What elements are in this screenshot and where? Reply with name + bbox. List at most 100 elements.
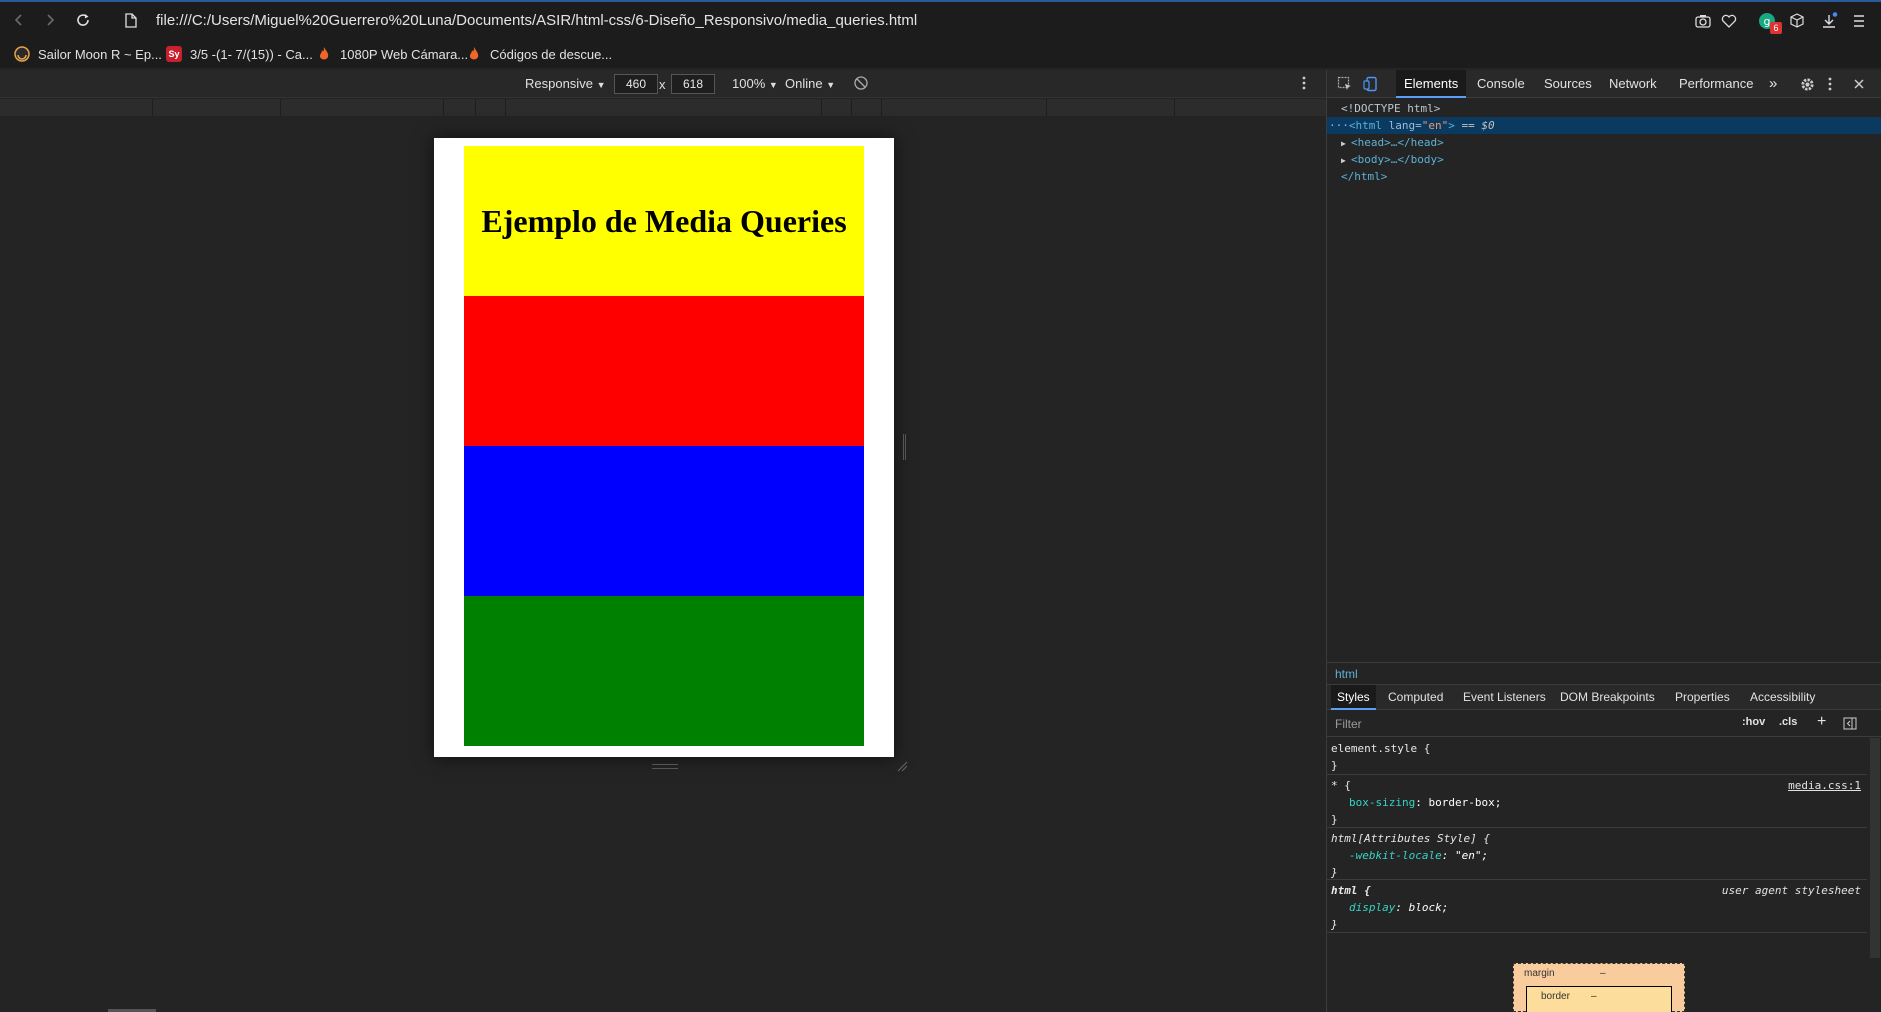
tab-elements[interactable]: Elements (1396, 70, 1467, 98)
rule-declaration: -webkit-locale: "en"; (1331, 847, 1867, 864)
tab-console[interactable]: Console (1469, 70, 1533, 98)
box-model-diagram: margin – border – (1513, 963, 1685, 1012)
bookmark-item[interactable]: 1080P Web Cámara... (316, 44, 468, 64)
resize-grip-icon (897, 761, 908, 772)
more-vertical-icon (1828, 77, 1832, 91)
box-model-border-value[interactable]: – (1591, 991, 1597, 1002)
inspect-cursor-icon (1337, 76, 1351, 90)
moon-icon (14, 46, 30, 62)
breadcrumb-item-html[interactable]: html (1335, 667, 1358, 681)
tab-computed[interactable]: Computed (1382, 685, 1449, 710)
styles-scrollbar[interactable] (1870, 738, 1880, 958)
width-input[interactable]: 460 (614, 74, 658, 94)
rule-declaration[interactable]: box-sizing: border-box; (1331, 794, 1867, 811)
more-tabs-button[interactable]: » (1761, 70, 1785, 98)
flame-icon (319, 47, 329, 60)
back-button[interactable] (10, 11, 28, 29)
tab-accessibility[interactable]: Accessibility (1744, 685, 1821, 710)
media-query-segment[interactable] (1047, 99, 1175, 116)
style-rule-element-style: element.style { } (1327, 739, 1867, 775)
head-tag: <head>…</head> (1351, 136, 1444, 149)
style-rule-html-user-agent: html { user agent stylesheet display: bl… (1327, 881, 1867, 933)
dom-node-html[interactable]: ···<html lang="en"> == $0 (1327, 117, 1881, 134)
close-devtools-button[interactable] (1847, 70, 1871, 98)
screenshot-button[interactable] (1694, 12, 1712, 30)
resize-handle-bottom[interactable] (652, 764, 678, 769)
media-query-segment[interactable] (476, 99, 506, 116)
caret-down-icon: ▼ (826, 80, 836, 90)
media-query-segment[interactable] (852, 99, 882, 116)
device-toolbar-toggle-button[interactable] (1357, 70, 1385, 98)
style-rule-universal: * { media.css:1 box-sizing: border-box; … (1327, 776, 1867, 828)
camera-icon (1695, 15, 1711, 28)
3d-box-button[interactable] (1788, 12, 1806, 30)
extension-badge: 6 (1770, 22, 1782, 34)
chevron-left-icon (14, 14, 22, 26)
device-mode-dropdown[interactable]: Responsive ▼ (525, 76, 605, 91)
styles-filter-input[interactable]: Filter (1335, 717, 1362, 731)
tab-event-listeners[interactable]: Event Listeners (1457, 685, 1552, 710)
media-query-segment[interactable] (153, 99, 281, 116)
hover-state-toggle[interactable]: :hov (1742, 716, 1765, 728)
class-toggle[interactable]: .cls (1779, 716, 1797, 728)
tab-dom-breakpoints[interactable]: DOM Breakpoints (1554, 685, 1661, 710)
device-mode-label: Responsive (525, 76, 593, 91)
download-icon (1823, 12, 1838, 28)
more-vertical-icon (1302, 76, 1306, 90)
media-query-segment[interactable] (822, 99, 852, 116)
media-query-segment[interactable] (281, 99, 444, 116)
rule-selector[interactable]: element.style { (1331, 740, 1867, 757)
bookmark-item[interactable]: Sailor Moon R ~ Ep... (14, 44, 162, 64)
doctype-text: <!DOCTYPE html> (1341, 102, 1441, 115)
no-rotate-icon (854, 76, 868, 90)
rule-source-link[interactable]: media.css:1 (1788, 779, 1861, 792)
blue-section (464, 446, 864, 596)
favorite-button[interactable] (1720, 12, 1738, 30)
bookmark-label: 1080P Web Cámara... (340, 46, 469, 62)
media-query-segment[interactable] (882, 99, 1047, 116)
expand-triangle-icon[interactable]: ▶ (1341, 152, 1351, 169)
rotate-button[interactable] (853, 75, 869, 91)
inspect-element-button[interactable] (1331, 70, 1359, 98)
network-label: Online (785, 76, 823, 91)
devtools-menu-button[interactable] (1822, 70, 1838, 98)
style-rule-html-attributes: html[Attributes Style] { -webkit-locale:… (1327, 829, 1867, 880)
rule-close: } (1331, 918, 1338, 931)
forward-button[interactable] (41, 11, 59, 29)
reload-button[interactable] (74, 11, 92, 29)
tab-styles[interactable]: Styles (1331, 685, 1376, 710)
dom-node-body[interactable]: ▶ <body>…</body> (1327, 151, 1881, 168)
address-bar[interactable]: file:///C:/Users/Miguel%20Guerrero%20Lun… (156, 12, 917, 29)
rule-selector[interactable]: * { (1331, 777, 1867, 794)
tab-performance[interactable]: Performance (1671, 70, 1761, 98)
tab-properties[interactable]: Properties (1669, 685, 1736, 710)
menu-button[interactable] (1850, 12, 1868, 30)
page-info-button[interactable] (122, 11, 140, 29)
media-query-segment[interactable] (506, 99, 822, 116)
bookmark-item[interactable]: Sy 3/5 -(1- 7/(15)) - Ca... (166, 44, 313, 64)
new-style-rule-button[interactable]: + (1817, 713, 1826, 731)
toggle-sidebar-button[interactable] (1843, 717, 1857, 730)
downloads-button[interactable] (1820, 12, 1838, 30)
media-query-segment[interactable] (1175, 99, 1326, 116)
breadcrumb: html (1327, 662, 1881, 684)
tab-network[interactable]: Network (1601, 70, 1665, 98)
dom-node-head[interactable]: ▶ <head>…</head> (1327, 134, 1881, 151)
extension-button[interactable]: g 6 (1758, 12, 1782, 34)
media-query-segment[interactable] (0, 99, 153, 116)
network-throttle-dropdown[interactable]: Online ▼ (785, 76, 835, 91)
dom-node-doctype[interactable]: <!DOCTYPE html> (1327, 100, 1881, 117)
resize-handle-corner[interactable] (896, 760, 908, 772)
settings-button[interactable] (1794, 70, 1821, 98)
resize-handle-right[interactable] (903, 434, 906, 460)
box-model-margin-value[interactable]: – (1600, 968, 1606, 979)
expand-triangle-icon[interactable]: ▶ (1341, 135, 1351, 152)
bookmark-item[interactable]: Códigos de descue... (466, 44, 612, 64)
zoom-dropdown[interactable]: 100% ▼ (732, 76, 778, 91)
device-toolbar-more-button[interactable] (1302, 76, 1306, 90)
height-input[interactable]: 618 (671, 74, 715, 94)
media-query-segment[interactable] (444, 99, 476, 116)
devtools-tab-bar: Elements Console Sources Network Perform… (1327, 70, 1881, 98)
dom-node-html-close[interactable]: </html> (1327, 168, 1881, 185)
tab-sources[interactable]: Sources (1536, 70, 1600, 98)
